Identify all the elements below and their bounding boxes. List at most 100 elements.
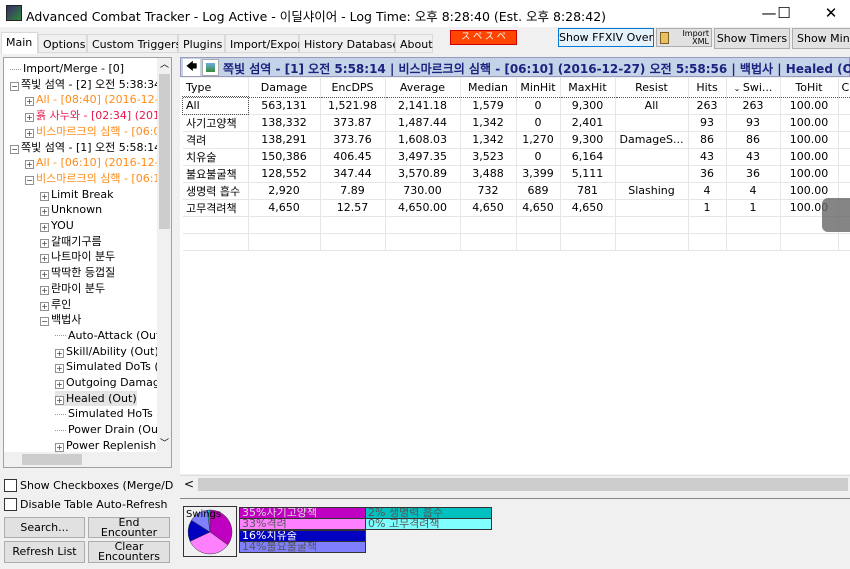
tree-node[interactable]: − 쪽빛 섬역 - [1] 오전 5:58:14 [10,140,161,155]
expand-icon[interactable]: + [40,223,49,232]
tree-node[interactable]: +흙 사누와 - [02:34] (2016-12-27) [25,108,171,123]
expand-icon[interactable]: + [55,348,64,358]
tree-node[interactable]: + YOU [40,218,74,233]
expand-icon[interactable]: + [40,301,49,311]
tree-node[interactable]: + All - [08:40] (2016-12-27) [25,92,171,107]
expand-icon[interactable]: + [40,207,49,217]
column-header[interactable]: Damage [248,78,321,98]
column-header[interactable]: Resist [615,78,689,98]
tree-node[interactable]: + 루인 [40,297,71,312]
sort-icon: ⌄ [733,83,743,93]
show-timers-button[interactable]: Show Timers [714,28,790,49]
column-header[interactable]: ⌄ Swi... [726,78,781,98]
table-row[interactable]: 불요불굴책 128,552 347.44 3,570.89 3,488 3,399 5,11… [183,165,850,183]
tree-node[interactable]: + Unknown [40,202,102,217]
tree-node[interactable]: + 비스마르크의 심핵 - [06:06] [25,124,171,139]
tree-node[interactable]: + 갈때기구름 [40,234,102,249]
maximize-button[interactable]: ☐ [769,3,799,23]
tab-main[interactable]: Main [1,32,38,54]
table-horizontal-scrollbar[interactable]: < [180,475,850,493]
search-button[interactable]: Search... [4,517,85,538]
scroll-up-icon[interactable]: ︿ [157,58,171,73]
column-header[interactable]: EncDPS [320,78,386,98]
expand-icon[interactable]: + [40,285,49,295]
tab-plugins[interactable]: Plugins [178,34,225,53]
tree-node[interactable]: + Simulated DoTs (Out) [55,359,171,374]
expand-icon[interactable]: + [55,380,64,389]
tree-node[interactable]: + 란마이 분두 [40,281,105,296]
expand-icon[interactable]: + [40,254,49,264]
table-row[interactable]: All 563,131 1,521.98 2,141.18 1,579 0 9,300 All… [182,96,850,115]
table-row[interactable]: 격려 138,291 373.76 1,608.03 1,342 1,270 9,300 Da… [183,131,850,149]
column-header[interactable]: Type [183,78,249,98]
collapse-icon[interactable]: − [10,144,19,154]
expand-icon[interactable]: + [40,238,49,248]
table-row[interactable]: 치유술 150,386 406.45 3,497.35 3,523 0 6,164 43 43 1… [183,148,850,166]
column-header[interactable]: Median [460,78,517,98]
tree-node-label: All - [06:10] (2016-12-27) [36,156,172,170]
expand-icon[interactable]: + [40,191,49,201]
clear-encounters-button[interactable]: Clear Encounters [88,541,170,563]
tab-about[interactable]: About [395,34,433,53]
tree-node[interactable]: Import/Merge - [0] [10,61,124,76]
table-row[interactable]: 생명력 흡수 2,920 7.89 730.00 732 689 781 Slashing 4 4… [183,182,850,200]
scroll-left-icon[interactable]: < [184,477,194,491]
collapse-icon[interactable]: − [40,317,49,327]
image-export-icon[interactable] [202,59,219,76]
tab-import-export[interactable]: Import/Export [225,34,306,53]
column-header[interactable]: C [838,78,850,98]
encounter-tree[interactable]: Import/Merge - [0] − 쪽빛 섬역 - [2] 오전 5:38:3… [3,57,172,468]
tree-node[interactable]: − 쪽빛 섬역 - [2] 오전 5:38:34 [10,77,161,92]
floating-widget[interactable] [822,198,850,232]
tree-node[interactable]: Power Drain (Out) [55,422,167,437]
tree-node[interactable]: + All - [06:10] (2016-12-27) [25,155,172,170]
end-encounter-button[interactable]: End Encounter [88,517,170,538]
expand-icon[interactable]: + [25,160,34,170]
tree-vertical-scrollbar[interactable]: ︿ ﹀ [157,58,171,452]
expand-icon[interactable]: + [55,364,64,374]
close-button[interactable]: ✕ [816,3,846,23]
tree-node[interactable]: + Power Replenish [55,438,156,453]
tree-node[interactable]: + Limit Break [40,187,113,202]
scroll-thumb[interactable] [198,478,848,491]
import-xml-button[interactable]: Import XML [656,28,712,47]
expand-icon[interactable]: + [40,270,49,280]
column-header[interactable]: MinHit [516,78,561,98]
expand-icon[interactable]: + [25,128,34,138]
expand-icon[interactable]: + [55,395,64,405]
tree-node[interactable]: − 백법사 [40,312,81,327]
table-row[interactable]: 사기고양책 138,332 373.87 1,487.44 1,342 0 2,401 93 9… [183,114,850,132]
tree-node[interactable]: + 딱딱한 등껍질 [40,265,115,280]
tree-node[interactable]: Auto-Attack (Out) [55,328,165,343]
tree-node[interactable]: + Healed (Out) [55,390,137,406]
collapse-icon[interactable]: − [25,175,34,185]
column-header[interactable]: Average [385,78,461,98]
expand-icon[interactable]: + [25,97,34,107]
tree-node[interactable]: + Outgoing Damage [55,375,167,390]
tree-node[interactable]: − 비스마르크의 심핵 - [06:10] [25,171,171,186]
back-arrow-icon[interactable]: 🡄 [183,59,200,76]
collapse-icon[interactable]: − [10,81,19,91]
tree-line [10,68,21,70]
column-header[interactable]: MaxHit [560,78,616,98]
column-header[interactable]: ToHit [780,78,839,98]
expand-icon[interactable]: + [25,113,34,123]
disable-refresh-checkbox[interactable] [4,498,17,511]
tree-node[interactable]: + 나트마이 분두 [40,249,115,264]
tab-options[interactable]: Options [38,34,87,53]
tree-node[interactable]: Simulated HoTs (Out) [55,406,171,421]
show-checkboxes-checkbox[interactable] [4,479,17,492]
column-header[interactable]: Hits [688,78,727,98]
tab-history-database[interactable]: History Database [299,34,399,53]
show-overlay-button[interactable]: Show FFXIV Overl [558,28,654,47]
refresh-list-button[interactable]: Refresh List [4,541,85,563]
scroll-thumb[interactable] [159,74,170,229]
tab-custom-triggers[interactable]: Custom Triggers [87,34,181,53]
expand-icon[interactable]: + [55,442,64,452]
show-mini-button[interactable]: Show Mini [792,28,850,49]
tree-horizontal-scrollbar[interactable] [4,452,171,467]
tree-node[interactable]: + Skill/Ability (Out) [55,344,159,359]
scroll-thumb[interactable] [22,454,82,465]
table-row[interactable]: 고무격려책 4,650 12.57 4,650.00 4,650 4,650 4,650 1 1… [183,199,850,217]
scroll-down-icon[interactable]: ﹀ [157,437,171,452]
